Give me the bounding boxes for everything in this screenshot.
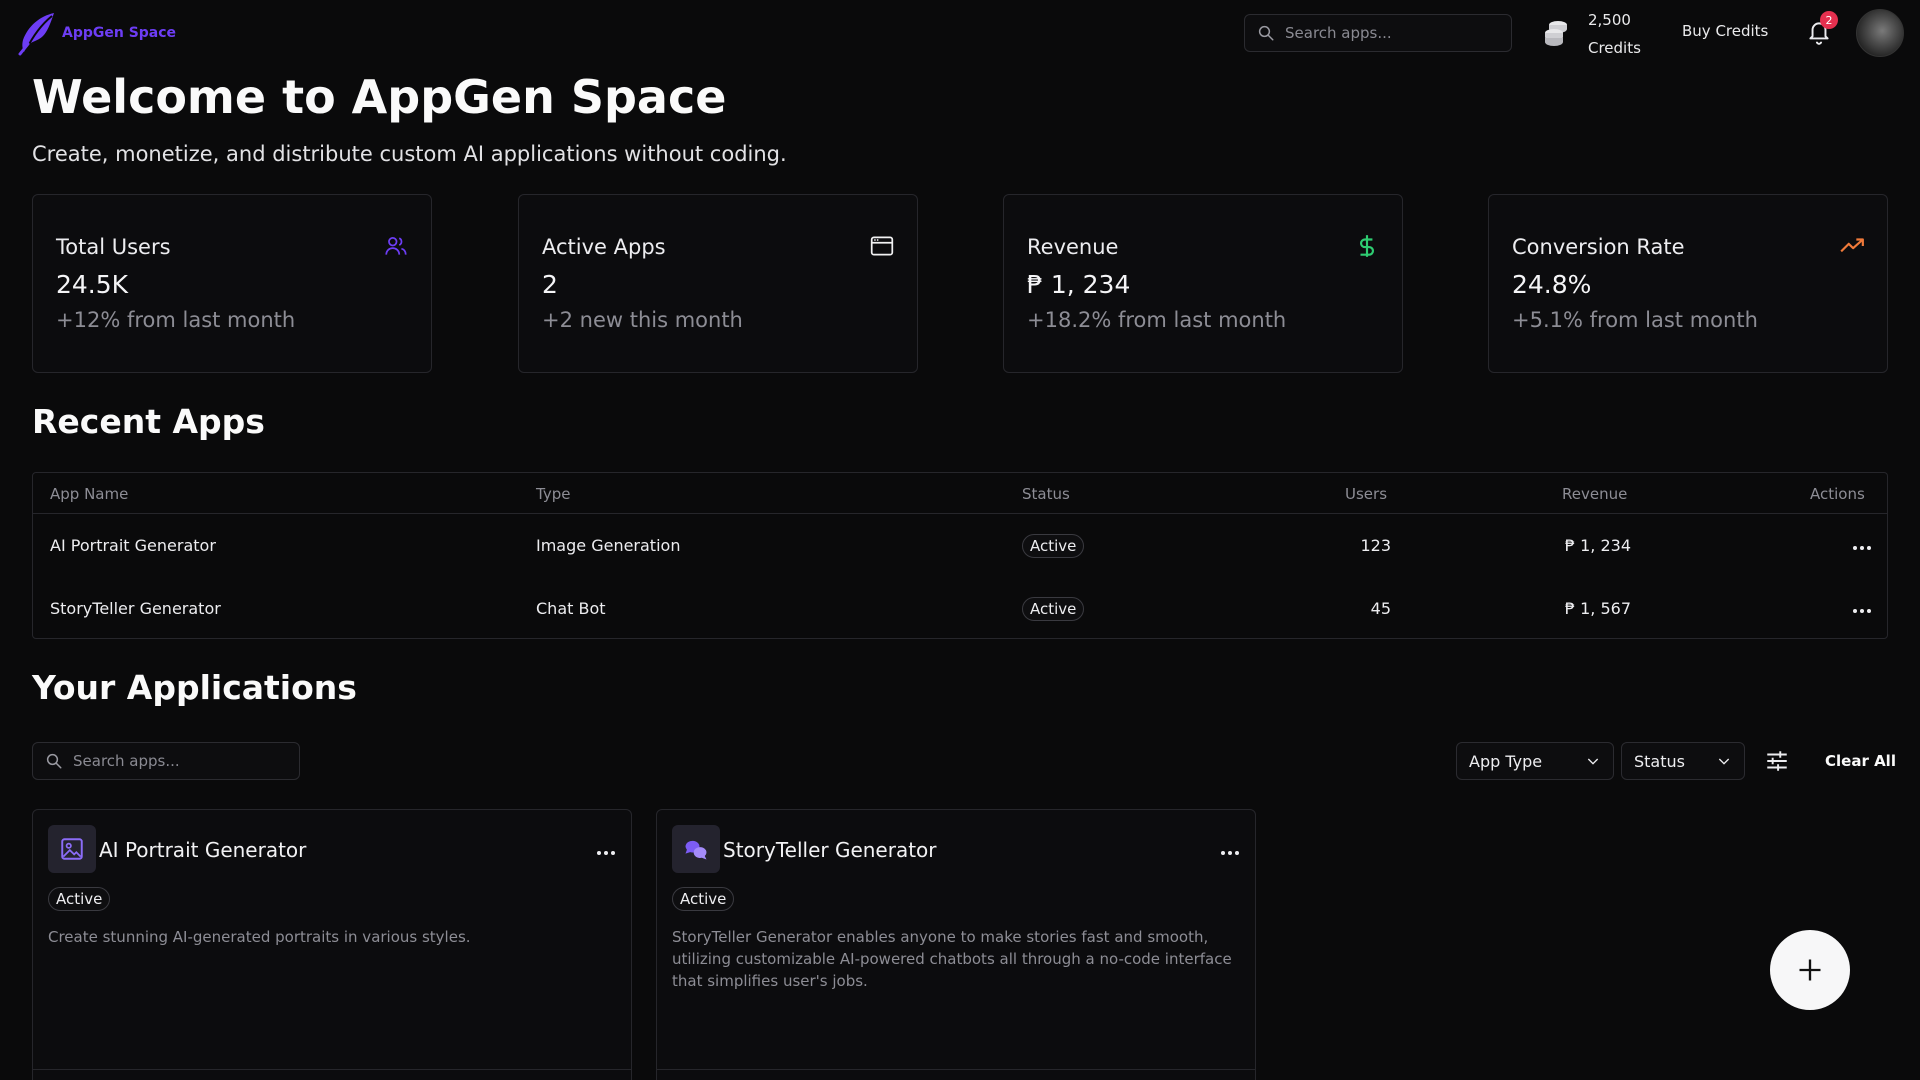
- table-row[interactable]: StoryTeller Generator Chat Bot Active 45…: [33, 577, 1887, 639]
- stat-label: Active Apps: [542, 235, 666, 259]
- app-type-filter[interactable]: App Type: [1456, 742, 1614, 780]
- search-icon: [46, 753, 62, 769]
- recent-apps-table: App Name Type Status Users Revenue Actio…: [32, 472, 1888, 639]
- chevron-down-icon: [1718, 758, 1730, 765]
- table-header: App Name Type Status Users Revenue Actio…: [33, 473, 1887, 514]
- stat-value: 24.5K: [56, 270, 129, 299]
- stat-label: Conversion Rate: [1512, 235, 1685, 259]
- clear-all-button[interactable]: Clear All: [1825, 752, 1896, 770]
- page-subtitle: Create, monetize, and distribute custom …: [32, 142, 787, 166]
- top-bar: AppGen Space 2,500 Credits Buy Credits 2: [0, 0, 1920, 66]
- stat-card-conversion-rate: Conversion Rate 24.8% +5.1% from last mo…: [1488, 194, 1888, 373]
- status-badge: Active: [48, 887, 111, 911]
- brand-logo[interactable]: AppGen Space: [14, 10, 176, 56]
- stat-label: Revenue: [1027, 235, 1119, 259]
- brand-name: AppGen Space: [62, 25, 177, 41]
- browser-window-icon: [870, 236, 894, 256]
- cell-revenue: ₱ 1, 234: [1564, 536, 1631, 555]
- image-icon: [61, 838, 83, 860]
- app-card-description: Create stunning AI-generated portraits i…: [48, 928, 471, 946]
- filter-sliders-icon[interactable]: [1764, 748, 1790, 774]
- feather-logo-icon: [18, 13, 54, 56]
- apps-search-input[interactable]: [73, 752, 273, 770]
- row-more-actions-icon[interactable]: [1851, 543, 1873, 553]
- status-filter[interactable]: Status: [1621, 742, 1745, 780]
- app-card-name: StoryTeller Generator: [723, 838, 937, 862]
- card-divider: [657, 1069, 1255, 1070]
- notification-badge: 2: [1820, 11, 1838, 29]
- cell-app-name: AI Portrait Generator: [50, 536, 216, 555]
- stat-value: 2: [542, 270, 558, 299]
- chevron-down-icon: [1587, 758, 1599, 765]
- app-card-description: StoryTeller Generator enables anyone to …: [672, 928, 1232, 990]
- column-header-revenue[interactable]: Revenue: [1562, 485, 1627, 503]
- top-search-box[interactable]: [1244, 14, 1512, 52]
- stat-delta: +12% from last month: [56, 308, 296, 332]
- stat-value: ₱ 1, 234: [1027, 270, 1131, 299]
- row-more-actions-icon[interactable]: [1851, 606, 1873, 616]
- stat-delta: +18.2% from last month: [1027, 308, 1287, 332]
- trending-up-icon: [1840, 238, 1864, 253]
- users-icon: [385, 237, 407, 255]
- page-title: Welcome to AppGen Space: [32, 70, 727, 124]
- search-icon: [1258, 25, 1274, 41]
- stat-delta: +5.1% from last month: [1512, 308, 1758, 332]
- status-filter-label: Status: [1634, 751, 1685, 771]
- plus-icon: [1799, 959, 1821, 981]
- dollar-icon: [1359, 235, 1375, 257]
- app-card-name: AI Portrait Generator: [99, 838, 307, 862]
- credits-display: 2,500 Credits: [1542, 6, 1641, 62]
- app-card-storyteller-generator[interactable]: StoryTeller Generator Active StoryTeller…: [656, 809, 1256, 1080]
- chat-bubbles-icon: [685, 840, 707, 860]
- your-applications-title: Your Applications: [32, 668, 357, 707]
- top-search-input[interactable]: [1285, 24, 1485, 42]
- stat-delta: +2 new this month: [542, 308, 743, 332]
- column-header-app-name[interactable]: App Name: [50, 485, 128, 503]
- status-badge: Active: [1022, 597, 1085, 621]
- card-more-actions-icon[interactable]: [595, 848, 617, 858]
- apps-search-box[interactable]: [32, 742, 300, 780]
- create-app-button[interactable]: [1770, 930, 1850, 1010]
- status-badge: Active: [1022, 534, 1085, 558]
- user-avatar[interactable]: [1856, 9, 1904, 57]
- app-type-filter-label: App Type: [1469, 751, 1543, 771]
- app-card-ai-portrait-generator[interactable]: AI Portrait Generator Active Create stun…: [32, 809, 632, 1080]
- stat-card-active-apps: Active Apps 2 +2 new this month: [518, 194, 918, 373]
- cell-revenue: ₱ 1, 567: [1564, 599, 1631, 618]
- credits-label: Credits: [1588, 39, 1641, 57]
- card-divider: [33, 1069, 631, 1070]
- credits-amount: 2,500: [1588, 11, 1631, 29]
- stat-value: 24.8%: [1512, 270, 1592, 299]
- column-header-status[interactable]: Status: [1022, 485, 1070, 503]
- stat-card-revenue: Revenue ₱ 1, 234 +18.2% from last month: [1003, 194, 1403, 373]
- cell-type: Image Generation: [536, 536, 681, 555]
- buy-credits-link[interactable]: Buy Credits: [1682, 22, 1768, 40]
- cell-users: 45: [1370, 599, 1391, 618]
- column-header-type[interactable]: Type: [536, 485, 570, 503]
- cell-users: 123: [1360, 536, 1391, 555]
- card-more-actions-icon[interactable]: [1219, 848, 1241, 858]
- cell-type: Chat Bot: [536, 599, 606, 618]
- cell-app-name: StoryTeller Generator: [50, 599, 221, 618]
- stat-card-total-users: Total Users 24.5K +12% from last month: [32, 194, 432, 373]
- recent-apps-title: Recent Apps: [32, 402, 265, 441]
- stat-label: Total Users: [56, 235, 171, 259]
- status-badge: Active: [672, 887, 735, 911]
- column-header-actions: Actions: [1810, 485, 1865, 503]
- coins-stack-icon: [1545, 21, 1567, 46]
- app-icon-box: [672, 825, 720, 873]
- column-header-users[interactable]: Users: [1345, 485, 1387, 503]
- table-row[interactable]: AI Portrait Generator Image Generation A…: [33, 514, 1887, 576]
- app-icon-box: [48, 825, 96, 873]
